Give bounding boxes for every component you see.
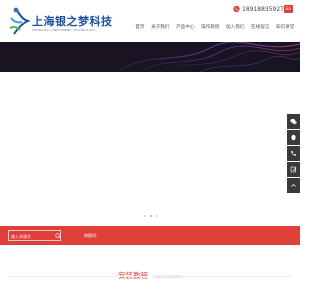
search-box [8, 230, 61, 241]
top-arrow-icon [291, 183, 296, 187]
logo-mark-icon [9, 7, 30, 35]
slide-dot[interactable] [156, 215, 158, 217]
search-strip: 热搜词： [0, 226, 300, 245]
qq-button[interactable] [287, 130, 300, 145]
slide-dot[interactable] [150, 215, 152, 217]
language-switch[interactable]: En [284, 5, 293, 13]
phone-icon [233, 5, 240, 13]
nav-item-message[interactable]: 在线留言 [248, 24, 273, 32]
divider [8, 276, 292, 277]
message-button[interactable] [287, 162, 300, 177]
section-heading: 安装教程 / NEWS CENTER [0, 263, 300, 282]
floating-toolbar [287, 114, 300, 193]
chat-icon [290, 118, 297, 125]
search-input[interactable] [11, 232, 53, 240]
nav-item-about[interactable]: 关于我们 [148, 24, 173, 32]
back-to-top-button[interactable] [287, 178, 300, 193]
slide-dot[interactable] [144, 215, 146, 217]
nav-item-products[interactable]: 产品中心 [173, 24, 198, 32]
nav-item-join[interactable]: 加入我们 [223, 24, 248, 32]
phone-number: 18918835927 [242, 6, 284, 13]
nav-item-knowledge[interactable]: 知识讲堂 [273, 24, 298, 32]
banner-image [0, 42, 300, 73]
qq-icon [291, 134, 296, 141]
nav-item-tutorials[interactable]: 操作教程 [198, 24, 223, 32]
hero-banner[interactable] [0, 42, 300, 228]
main-nav: 首页 关于我们 产品中心 操作教程 加入我们 在线留言 知识讲堂 [132, 24, 298, 32]
site-header: 上海银之梦科技 SHANGHAI YINZHIMENG TECHNOLOGY 1… [0, 0, 300, 42]
phone-button[interactable] [287, 146, 300, 161]
logo-subtitle: SHANGHAI YINZHIMENG TECHNOLOGY [32, 28, 96, 32]
edit-icon [290, 166, 297, 173]
hot-search-label: 热搜词： [84, 233, 100, 238]
slide-indicators [144, 215, 158, 217]
search-icon[interactable] [55, 233, 61, 239]
logo-text: 上海银之梦科技 [32, 15, 113, 28]
banner-wave-graphic [119, 42, 300, 73]
nav-item-home[interactable]: 首页 [132, 24, 148, 32]
phone-icon [291, 151, 297, 156]
site-logo[interactable]: 上海银之梦科技 SHANGHAI YINZHIMENG TECHNOLOGY [8, 6, 112, 36]
chat-button[interactable] [287, 114, 300, 129]
